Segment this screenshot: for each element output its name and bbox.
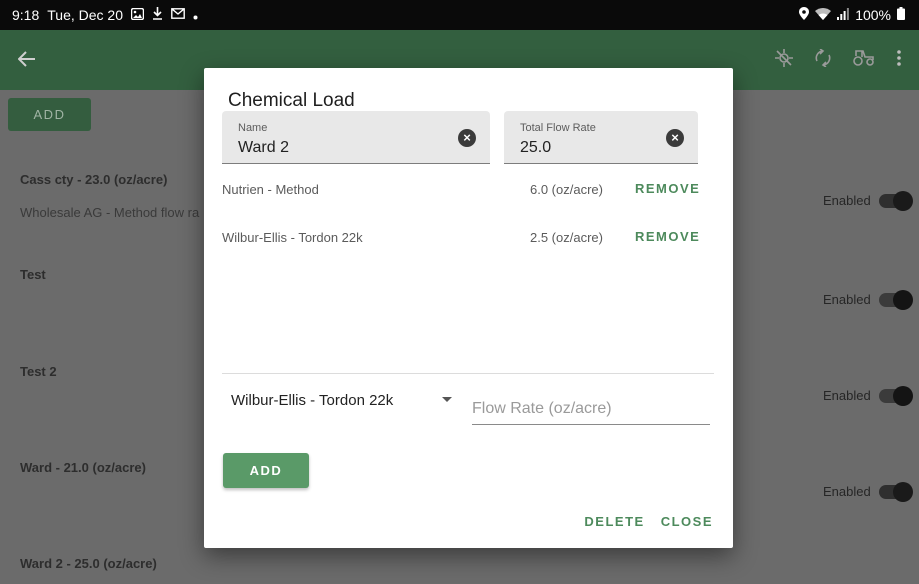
gps-off-icon[interactable] [775,48,793,72]
chemical-select[interactable]: Wilbur-Ellis - Tordon 22k [231,392,459,416]
location-icon [799,7,810,23]
enabled-label: Enabled [823,484,871,499]
dropdown-caret-icon [442,397,452,402]
enabled-switch[interactable] [878,385,913,406]
chemical-name: Nutrien - Method [222,182,319,197]
remove-chemical-button[interactable]: REMOVE [635,229,700,244]
list-item-title[interactable]: Ward 2 - 25.0 (oz/acre) [20,556,157,571]
status-date: Tue, Dec 20 [47,7,123,23]
name-field[interactable]: Name Ward 2 × [222,111,490,164]
enabled-switch[interactable] [878,190,913,211]
dialog-actions: DELETE CLOSE [584,514,713,529]
enabled-toggle-row: Enabled [823,289,913,310]
chemical-row: Wilbur-Ellis - Tordon 22k 2.5 (oz/acre) … [222,228,716,248]
sync-icon[interactable] [815,47,831,72]
divider [222,373,714,374]
list-item-subtitle: Wholesale AG - Method flow ra [20,205,200,220]
app-bar-actions [775,47,901,72]
list-item-title[interactable]: Test 2 [20,364,57,379]
enabled-toggle-row: Enabled [823,385,913,406]
add-chemical-button[interactable]: ADD [223,453,309,488]
enabled-label: Enabled [823,292,871,307]
download-icon [152,7,163,23]
total-flow-rate-field[interactable]: Total Flow Rate 25.0 × [504,111,698,164]
battery-percent: 100% [855,7,891,23]
enabled-switch[interactable] [878,481,913,502]
chemical-row: Nutrien - Method 6.0 (oz/acre) REMOVE [222,180,716,200]
enabled-toggle-row: Enabled [823,481,913,502]
chemical-rate: 2.5 (oz/acre) [530,230,603,245]
list-item-title[interactable]: Cass cty - 23.0 (oz/acre) [20,172,167,187]
list-item-title[interactable]: Test [20,267,46,282]
chemical-name: Wilbur-Ellis - Tordon 22k [222,230,363,245]
status-time: 9:18 [12,7,40,23]
wifi-icon [815,7,832,23]
status-bar: 9:18 Tue, Dec 20 100% [0,0,919,30]
chemical-rate: 6.0 (oz/acre) [530,182,603,197]
dot-icon [193,7,198,23]
status-right: 100% [799,7,905,23]
more-vert-icon[interactable] [897,49,901,71]
close-button[interactable]: CLOSE [661,514,713,529]
remove-chemical-button[interactable]: REMOVE [635,181,700,196]
delete-button[interactable]: DELETE [584,514,644,529]
signal-icon [837,7,850,23]
flow-rate-input[interactable]: Flow Rate (oz/acre) [472,398,710,425]
status-left: 9:18 Tue, Dec 20 [12,7,198,23]
photo-icon [130,7,145,23]
tractor-icon[interactable] [853,49,875,71]
chemical-select-value: Wilbur-Ellis - Tordon 22k [231,392,394,409]
enabled-toggle-row: Enabled [823,190,913,211]
clear-name-icon[interactable]: × [458,129,476,147]
mail-icon [171,8,185,22]
name-field-value[interactable]: Ward 2 [238,139,289,157]
total-flow-rate-value[interactable]: 25.0 [520,139,551,157]
dialog-title: Chemical Load [228,90,355,111]
enabled-label: Enabled [823,193,871,208]
list-item-title[interactable]: Ward - 21.0 (oz/acre) [20,460,146,475]
background-add-button[interactable]: ADD [8,98,91,131]
total-flow-rate-label: Total Flow Rate [520,122,596,134]
enabled-switch[interactable] [878,289,913,310]
chemical-load-dialog: Chemical Load Name Ward 2 × Total Flow R… [204,68,733,548]
back-arrow-icon[interactable] [17,47,36,73]
name-field-label: Name [238,122,268,134]
clear-flow-rate-icon[interactable]: × [666,129,684,147]
enabled-label: Enabled [823,388,871,403]
battery-icon [897,7,905,23]
